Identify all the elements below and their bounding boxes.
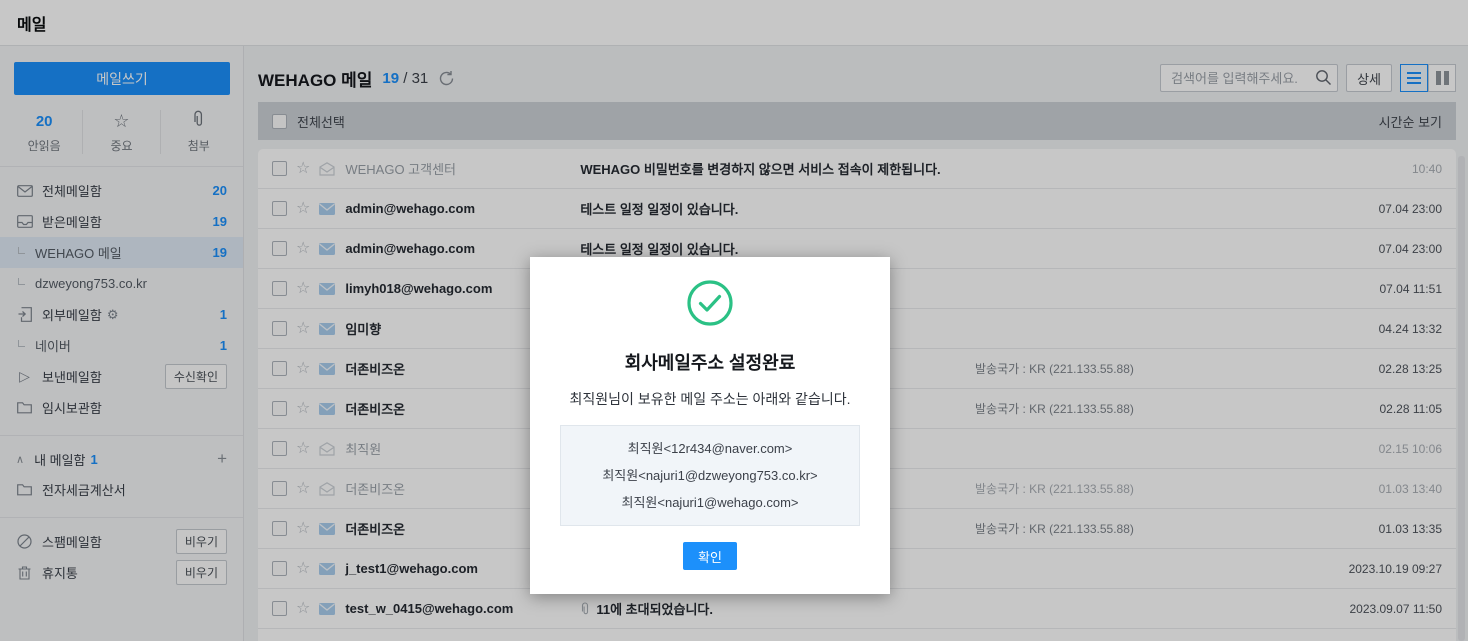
success-check-icon [686,279,734,327]
email-address-list: 최직원<12r434@naver.com> 최직원<najuri1@dzweyo… [560,425,860,526]
confirm-button[interactable]: 확인 [683,542,737,570]
modal-title: 회사메일주소 설정완료 [530,349,890,375]
email-address: 최직원<12r434@naver.com> [561,435,859,462]
modal-description: 최직원님이 보유한 메일 주소는 아래와 같습니다. [530,389,890,409]
email-address: 최직원<najuri1@wehago.com> [561,489,859,516]
company-mail-modal: 회사메일주소 설정완료 최직원님이 보유한 메일 주소는 아래와 같습니다. 최… [530,257,890,594]
email-address: 최직원<najuri1@dzweyong753.co.kr> [561,462,859,489]
